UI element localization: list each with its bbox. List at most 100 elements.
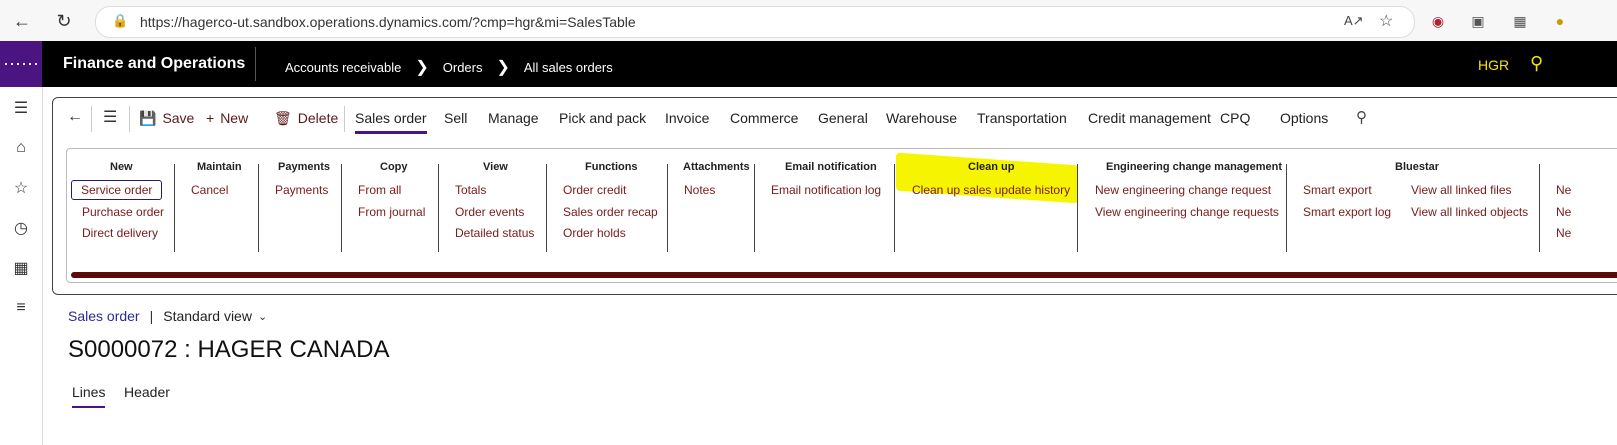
- group-title-view: View: [483, 161, 508, 173]
- group-functions: Functions Order credit Sales order recap…: [547, 149, 667, 257]
- group-title-new: New: [110, 161, 133, 173]
- payments-button[interactable]: Payments: [275, 183, 328, 197]
- group-maintain: Maintain Cancel: [175, 149, 259, 257]
- smart-export-button[interactable]: Smart export: [1303, 183, 1372, 197]
- tab-transportation[interactable]: Transportation: [977, 110, 1067, 126]
- view-all-linked-files-button[interactable]: View all linked files: [1411, 183, 1512, 197]
- group-title-payments: Payments: [278, 161, 330, 173]
- screenshot-icon[interactable]: ▣: [1468, 11, 1488, 31]
- notes-button[interactable]: Notes: [684, 183, 715, 197]
- favorite-star-icon[interactable]: ☆: [1379, 11, 1393, 31]
- save-label: Save: [162, 110, 195, 126]
- view-engineering-change-requests-button[interactable]: View engineering change requests: [1095, 205, 1279, 219]
- breadcrumb-orders[interactable]: Orders: [443, 60, 483, 75]
- hamburger-menu-icon[interactable]: ☰: [8, 97, 34, 119]
- group-title-clean-up: Clean up: [968, 161, 1015, 173]
- group-bluestar: Bluestar Smart export Smart export log V…: [1287, 149, 1539, 257]
- group-title-attachments: Attachments: [683, 161, 750, 173]
- chevron-right-icon: ❯: [415, 59, 429, 76]
- search-icon[interactable]: ⚲: [1530, 53, 1543, 74]
- tab-header[interactable]: Header: [124, 384, 170, 400]
- copy-from-journal-button[interactable]: From journal: [358, 205, 425, 219]
- company-picker[interactable]: HGR: [1478, 57, 1509, 73]
- ribbon-sales-order: New Service order Purchase order Direct …: [66, 148, 1617, 283]
- breadcrumb-accounts-receivable[interactable]: Accounts receivable: [285, 60, 401, 75]
- delete-button[interactable]: 🗑 Delete: [274, 110, 338, 127]
- recent-clock-icon[interactable]: ◷: [8, 217, 34, 239]
- truncated-item[interactable]: Ne: [1556, 183, 1571, 197]
- tab-cpq[interactable]: CPQ: [1220, 110, 1250, 126]
- view-all-linked-objects-button[interactable]: View all linked objects: [1411, 205, 1528, 219]
- tab-sell[interactable]: Sell: [444, 110, 467, 126]
- favorites-star-icon[interactable]: ☆: [8, 177, 34, 199]
- header-divider: [255, 47, 256, 81]
- direct-delivery-button[interactable]: Direct delivery: [82, 226, 158, 240]
- view-separator: |: [149, 308, 154, 324]
- group-clean-up: Clean up Clean up sales update history: [895, 149, 1077, 257]
- address-bar[interactable]: 🔒 https://hagerco-ut.sandbox.operations.…: [95, 6, 1415, 38]
- modules-list-icon[interactable]: ≡: [8, 297, 34, 319]
- group-attachments: Attachments Notes: [668, 149, 754, 257]
- chevron-right-icon: ❯: [496, 59, 510, 76]
- workspaces-icon[interactable]: ▦: [8, 257, 34, 279]
- group-title-maintain: Maintain: [197, 161, 242, 173]
- save-button[interactable]: 💾 Save: [139, 110, 194, 127]
- tab-general[interactable]: General: [818, 110, 868, 126]
- new-label: New: [220, 110, 249, 126]
- truncated-item[interactable]: Ne: [1556, 205, 1571, 219]
- breadcrumb-all-sales-orders[interactable]: All sales orders: [524, 60, 613, 75]
- lock-icon: 🔒: [112, 13, 129, 28]
- filter-lines-icon[interactable]: ☰: [103, 107, 117, 127]
- order-holds-button[interactable]: Order holds: [563, 226, 626, 240]
- cancel-button[interactable]: Cancel: [191, 183, 228, 197]
- trash-icon: 🗑: [274, 110, 292, 126]
- group-email-notification: Email notification Email notification lo…: [755, 149, 893, 257]
- standard-view-dropdown[interactable]: Standard view: [163, 308, 252, 324]
- detailed-status-button[interactable]: Detailed status: [455, 226, 534, 240]
- action-search-icon[interactable]: ⚲: [1356, 108, 1367, 126]
- read-aloud-icon[interactable]: A↗: [1344, 13, 1364, 29]
- order-events-button[interactable]: Order events: [455, 205, 524, 219]
- sales-order-recap-button[interactable]: Sales order recap: [563, 205, 658, 219]
- refresh-icon[interactable]: ↻: [51, 8, 77, 34]
- new-button[interactable]: + New: [206, 110, 248, 126]
- group-payments: Payments Payments: [259, 149, 342, 257]
- toolbar-divider: [344, 106, 345, 132]
- tab-sales-order[interactable]: Sales order: [355, 110, 427, 134]
- group-title-functions: Functions: [585, 161, 638, 173]
- tab-options[interactable]: Options: [1280, 110, 1328, 126]
- browser-toolbar: ← ↻ 🔒 https://hagerco-ut.sandbox.operati…: [0, 0, 1617, 42]
- group-engineering-change-management: Engineering change management New engine…: [1078, 149, 1286, 257]
- profile-icon[interactable]: ●: [1550, 11, 1570, 31]
- totals-button[interactable]: Totals: [455, 183, 486, 197]
- tab-manage[interactable]: Manage: [488, 110, 539, 126]
- tab-credit-management[interactable]: Credit management: [1088, 110, 1211, 126]
- plus-icon: +: [206, 110, 215, 126]
- back-arrow-icon[interactable]: ←: [9, 8, 35, 34]
- collections-icon[interactable]: ▦: [1510, 11, 1530, 31]
- tab-lines[interactable]: Lines: [72, 384, 106, 408]
- app-header: ⋯⋯ Finance and Operations Accounts recei…: [0, 41, 1617, 87]
- group-title-engineering-change-management: Engineering change management: [1106, 161, 1283, 173]
- tab-pick-and-pack[interactable]: Pick and pack: [559, 110, 646, 126]
- new-engineering-change-request-button[interactable]: New engineering change request: [1095, 183, 1271, 197]
- view-selector-line: Sales order | Standard view ⌄: [68, 308, 267, 324]
- service-order-button[interactable]: Service order: [71, 180, 163, 200]
- tab-commerce[interactable]: Commerce: [730, 110, 798, 126]
- back-icon[interactable]: ←: [67, 108, 83, 126]
- clean-up-sales-update-history-button[interactable]: Clean up sales update history: [912, 183, 1070, 197]
- tab-warehouse[interactable]: Warehouse: [886, 110, 957, 126]
- order-credit-button[interactable]: Order credit: [563, 183, 626, 197]
- tab-invoice[interactable]: Invoice: [665, 110, 709, 126]
- email-notification-log-button[interactable]: Email notification log: [771, 183, 881, 197]
- smart-export-log-button[interactable]: Smart export log: [1303, 205, 1391, 219]
- group-title-bluestar: Bluestar: [1395, 161, 1440, 173]
- purchase-order-button[interactable]: Purchase order: [82, 205, 164, 219]
- home-icon[interactable]: ⌂: [8, 137, 34, 159]
- copy-from-all-button[interactable]: From all: [358, 183, 401, 197]
- waffle-menu-icon[interactable]: ⋯⋯: [0, 41, 42, 87]
- truncated-item[interactable]: Ne: [1556, 226, 1571, 240]
- sales-order-link[interactable]: Sales order: [68, 308, 140, 324]
- extension-icon[interactable]: ◉: [1428, 11, 1448, 31]
- chevron-down-icon[interactable]: ⌄: [258, 310, 267, 323]
